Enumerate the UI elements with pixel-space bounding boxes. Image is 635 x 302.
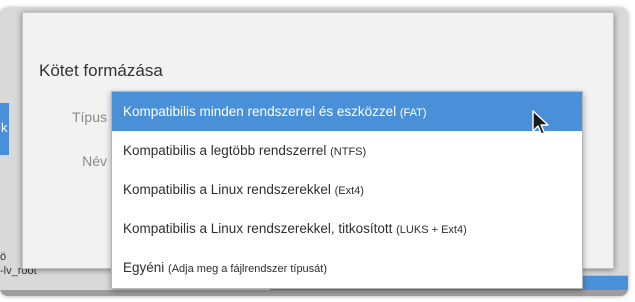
screen: k ö -lv_root Kötet formázása Típus Név K… <box>0 0 635 302</box>
dropdown-option-fat[interactable]: Kompatibilis minden rendszerrel és eszkö… <box>112 92 582 131</box>
option-note: (Adja meg a fájlrendszer típusát) <box>168 263 328 275</box>
option-label: Kompatibilis a Linux rendszerekkel <box>123 182 331 197</box>
dropdown-option-ext4[interactable]: Kompatibilis a Linux rendszerekkel (Ext4… <box>112 170 582 209</box>
option-label: Kompatibilis a Linux rendszerekkel, titk… <box>123 221 393 236</box>
dropdown-option-ntfs[interactable]: Kompatibilis a legtöbb rendszerrel (NTFS… <box>112 131 582 170</box>
option-note: (NTFS) <box>330 146 367 158</box>
name-label: Név <box>82 153 107 169</box>
option-note: (LUKS + Ext4) <box>396 224 467 236</box>
sidebar-selected-item[interactable]: k <box>0 103 9 155</box>
type-label: Típus <box>71 109 107 125</box>
option-note: (FAT) <box>399 107 427 119</box>
filesystem-type-dropdown[interactable]: Kompatibilis minden rendszerrel és eszkö… <box>111 91 583 289</box>
option-label: Egyéni <box>123 260 165 275</box>
dialog-title: Kötet formázása <box>39 61 163 80</box>
window-bottom-edge <box>0 290 628 296</box>
mouse-pointer-icon <box>532 110 549 135</box>
option-label: Kompatibilis minden rendszerrel és eszkö… <box>123 104 397 119</box>
sidebar-item-glyph: k <box>1 120 8 135</box>
dropdown-option-custom[interactable]: Egyéni (Adja meg a fájlrendszer típusát) <box>112 248 582 287</box>
option-label: Kompatibilis a legtöbb rendszerrel <box>123 143 327 158</box>
option-note: (Ext4) <box>334 185 364 197</box>
dropdown-option-luks-ext4[interactable]: Kompatibilis a Linux rendszerekkel, titk… <box>112 209 582 248</box>
